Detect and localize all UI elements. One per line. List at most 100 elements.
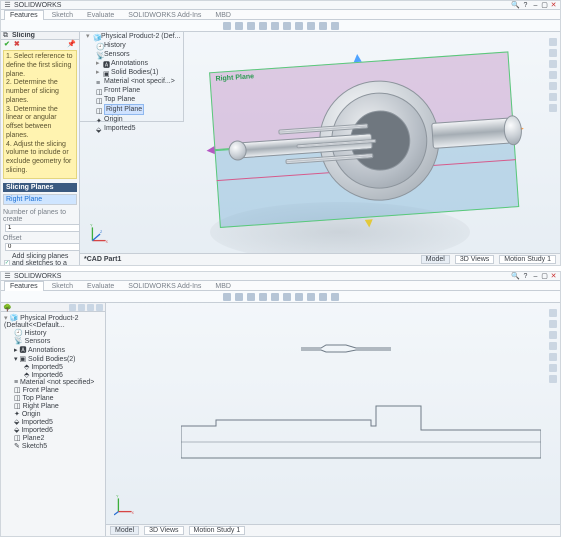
fm-header: 🌳 <box>1 303 105 312</box>
display-style-icon[interactable] <box>283 293 291 301</box>
home-icon[interactable] <box>549 309 557 317</box>
tree2-material[interactable]: ≡ Material <not specified> <box>4 379 105 386</box>
prev-view-icon[interactable] <box>247 293 255 301</box>
hide-show-icon[interactable] <box>295 22 303 30</box>
help-icon[interactable]: ? <box>522 2 529 9</box>
window-maximize[interactable]: ▢ <box>541 2 548 9</box>
pushpin-icon[interactable]: 📌 <box>67 40 76 48</box>
view-settings-icon[interactable] <box>331 22 339 30</box>
fm-tab-3-icon[interactable] <box>87 304 94 311</box>
tree2-front[interactable]: ◫ Front Plane <box>4 386 105 394</box>
design-library-icon[interactable] <box>549 60 557 68</box>
tree2-top[interactable]: ◫ Top Plane <box>4 394 105 402</box>
zoom-area-icon[interactable] <box>235 22 243 30</box>
graphics-viewport-2[interactable]: Y X <box>106 303 560 524</box>
window-close[interactable]: ✕ <box>550 2 557 9</box>
prev-view-icon[interactable] <box>247 22 255 30</box>
zoom-fit-icon[interactable] <box>223 22 231 30</box>
custom-props-icon[interactable] <box>549 375 557 383</box>
tab-evaluate[interactable]: Evaluate <box>81 10 120 20</box>
view-orientation-icon[interactable] <box>271 22 279 30</box>
feature-tree-2[interactable]: ▾ 🧊 Physical Product-2 (Default<<Default… <box>1 314 105 450</box>
home-icon[interactable] <box>549 38 557 46</box>
edit-appearance-icon[interactable] <box>307 293 315 301</box>
tab-3dviews-2[interactable]: 3D Views <box>144 526 183 535</box>
tree2-imp5b[interactable]: ⬘ Imported5 <box>4 363 105 371</box>
view-settings-icon[interactable] <box>331 293 339 301</box>
window-maximize[interactable]: ▢ <box>541 273 548 280</box>
plane-count-input[interactable] <box>5 224 80 232</box>
apply-scene-icon[interactable] <box>319 22 327 30</box>
tab-addins[interactable]: SOLIDWORKS Add-Ins <box>122 10 207 20</box>
appearances-icon[interactable] <box>549 93 557 101</box>
tab-3dviews[interactable]: 3D Views <box>455 255 494 264</box>
view-triad[interactable]: Y X Z <box>88 223 110 245</box>
view-palette-icon[interactable] <box>549 353 557 361</box>
fm-tabs[interactable] <box>69 304 103 311</box>
file-explorer-icon[interactable] <box>549 342 557 350</box>
ok-button[interactable]: ✔ <box>4 40 10 48</box>
tab-sketch-2[interactable]: Sketch <box>46 281 79 291</box>
view-triad-2[interactable]: Y X <box>114 494 136 516</box>
cancel-button[interactable]: ✖ <box>14 40 20 48</box>
zoom-fit-icon[interactable] <box>223 293 231 301</box>
fm-tab-4-icon[interactable] <box>96 304 103 311</box>
tree2-annot[interactable]: ▸ 🅰 Annotations <box>4 345 105 355</box>
app-menu-icon[interactable]: ☰ <box>4 2 11 9</box>
offset-input[interactable] <box>5 243 80 251</box>
fm-tab-2-icon[interactable] <box>78 304 85 311</box>
tree2-origin[interactable]: ✦ Origin <box>4 410 105 418</box>
tree2-right[interactable]: ◫ Right Plane <box>4 402 105 410</box>
file-explorer-icon[interactable] <box>549 71 557 79</box>
handle-left-arrow-icon[interactable] <box>206 146 215 155</box>
search-icon[interactable]: 🔍 <box>512 2 519 9</box>
tree2-imp5[interactable]: ⬙ Imported5 <box>4 418 105 426</box>
tab-features-2[interactable]: Features <box>4 281 44 291</box>
search-icon[interactable]: 🔍 <box>512 273 519 280</box>
tree2-history[interactable]: 🕘 History <box>4 329 105 337</box>
tab-evaluate-2[interactable]: Evaluate <box>81 281 120 291</box>
section-view-icon[interactable] <box>259 293 267 301</box>
app-menu-icon[interactable]: ☰ <box>4 273 11 280</box>
fm-tab-1-icon[interactable] <box>69 304 76 311</box>
help-icon[interactable]: ? <box>522 273 529 280</box>
tab-mbd-2[interactable]: MBD <box>209 281 237 291</box>
handle-top-arrow-icon[interactable] <box>353 54 362 63</box>
window-minimize[interactable]: – <box>532 2 539 9</box>
zoom-area-icon[interactable] <box>235 293 243 301</box>
view-orientation-icon[interactable] <box>271 293 279 301</box>
resources-icon[interactable] <box>549 49 557 57</box>
tree2-sketch5[interactable]: ✎ Sketch5 <box>4 442 105 450</box>
tree2-imp6[interactable]: ⬙ Imported6 <box>4 426 105 434</box>
tab-model[interactable]: Model <box>421 255 450 264</box>
appearances-icon[interactable] <box>549 364 557 372</box>
resources-icon[interactable] <box>549 320 557 328</box>
apply-scene-icon[interactable] <box>319 293 327 301</box>
window-close[interactable]: ✕ <box>550 273 557 280</box>
design-library-icon[interactable] <box>549 331 557 339</box>
tree-root-2[interactable]: ▾ 🧊 Physical Product-2 (Default<<Default… <box>4 314 105 329</box>
tree2-sensors[interactable]: 📡 Sensors <box>4 337 105 345</box>
tab-mbd[interactable]: MBD <box>209 10 237 20</box>
hide-show-icon[interactable] <box>295 293 303 301</box>
tree2-plane2[interactable]: ◫ Plane2 <box>4 434 105 442</box>
handle-bottom-arrow-icon[interactable] <box>365 219 374 228</box>
reference-plane-field[interactable]: Right Plane <box>3 194 77 205</box>
tree2-solid[interactable]: ▾ ▣ Solid Bodies(2) <box>4 355 105 363</box>
display-style-icon[interactable] <box>283 22 291 30</box>
tab-addins-2[interactable]: SOLIDWORKS Add-Ins <box>122 281 207 291</box>
custom-props-icon[interactable] <box>549 104 557 112</box>
tab-motion[interactable]: Motion Study 1 <box>499 255 556 264</box>
section-view-icon[interactable] <box>259 22 267 30</box>
tab-sketch[interactable]: Sketch <box>46 10 79 20</box>
feature-manager[interactable]: 🌳 ▾ 🧊 Physical Product-2 (Default<<Defau… <box>1 303 106 536</box>
window-minimize[interactable]: – <box>532 273 539 280</box>
edit-appearance-icon[interactable] <box>307 22 315 30</box>
chk-add-folder[interactable]: ✓Add slicing planes and sketches to a fo… <box>4 253 76 266</box>
view-palette-icon[interactable] <box>549 82 557 90</box>
tab-features[interactable]: Features <box>4 10 44 20</box>
tree2-imp6b[interactable]: ⬘ Imported6 <box>4 371 105 379</box>
tab-model-2[interactable]: Model <box>110 526 139 535</box>
tab-motion-2[interactable]: Motion Study 1 <box>189 526 246 535</box>
graphics-viewport[interactable]: Right Plane <box>80 32 560 253</box>
